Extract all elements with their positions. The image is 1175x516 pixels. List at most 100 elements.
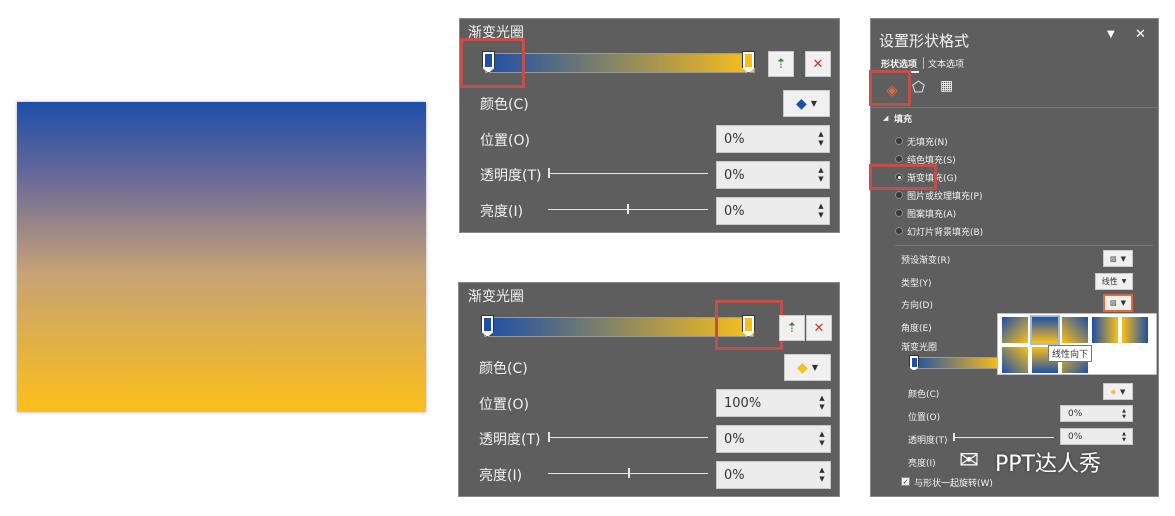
spinner-arrows[interactable]: ▲ ▼ — [1118, 429, 1130, 444]
gradient-stops-panel-top: 渐变光圈 ⇡ ✕ 颜色(C) ◆ ▼ 位置(O) 0% ▲ ▼ 透明度(T) 0%… — [459, 18, 840, 233]
pane-divider — [871, 107, 1158, 108]
brightness-value: 0% — [724, 467, 745, 483]
gradient-bar[interactable] — [485, 53, 755, 73]
color-picker-button[interactable]: ◆ ▼ — [783, 90, 830, 117]
gradient-bar[interactable] — [484, 317, 754, 337]
spinner-arrows[interactable]: ▲ ▼ — [815, 126, 827, 152]
pane-options-icon[interactable]: ▼ — [1107, 29, 1115, 40]
position-label: 位置(O) — [908, 413, 941, 423]
radio-no-fill[interactable] — [895, 137, 903, 145]
add-stop-button[interactable]: ⇡ — [768, 51, 794, 77]
direction-tile-linear-down[interactable] — [1030, 315, 1060, 345]
rotate-checkbox[interactable]: ✓ — [901, 477, 910, 486]
transparency-slider-thumb[interactable] — [953, 433, 955, 441]
position-spinner[interactable]: 0% ▲ ▼ — [1060, 405, 1133, 422]
position-value: 0% — [724, 131, 745, 147]
section-fill-title[interactable]: 填充 — [894, 112, 912, 125]
radio-solid-fill[interactable] — [895, 155, 903, 163]
brightness-slider-thumb[interactable] — [628, 468, 630, 478]
fill-option-label[interactable]: 图案填充(A) — [907, 207, 956, 220]
fill-option-label[interactable]: 无填充(N) — [907, 135, 948, 148]
transparency-spinner[interactable]: 0% ▲ ▼ — [1060, 428, 1133, 445]
tooltip-text: 线性向下 — [1052, 350, 1089, 360]
brightness-spinner[interactable]: 0% ▲ ▼ — [716, 461, 831, 489]
position-label: 位置(O) — [479, 397, 529, 413]
brightness-label: 亮度(I) — [479, 468, 523, 484]
add-stop-icon: ⇡ — [775, 56, 787, 72]
tab-divider — [923, 57, 924, 69]
transparency-value: 0% — [724, 167, 745, 183]
direction-tile[interactable] — [1062, 317, 1088, 343]
chevron-down-icon: ▼ — [810, 99, 817, 108]
color-picker-button[interactable]: ◆ ▼ — [784, 354, 831, 381]
transparency-label: 透明度(T) — [908, 436, 948, 446]
fill-option-label[interactable]: 图片或纹理填充(P) — [907, 189, 982, 202]
transparency-spinner[interactable]: 0% ▲ ▼ — [716, 161, 830, 189]
position-spinner[interactable]: 0% ▲ ▼ — [716, 125, 830, 153]
direction-tile[interactable] — [1002, 317, 1028, 343]
brightness-value: 0% — [724, 203, 745, 219]
direction-tile[interactable] — [1092, 317, 1118, 343]
transparency-slider[interactable] — [548, 437, 708, 438]
color-picker-button[interactable]: ◆ ▼ — [1103, 383, 1133, 400]
gradient-bar-mini[interactable] — [911, 357, 1001, 369]
angle-label: 角度(E) — [901, 324, 932, 334]
tab-shape-options[interactable]: 形状选项 — [881, 57, 917, 70]
brightness-slider-thumb[interactable] — [627, 204, 629, 214]
position-value: 100% — [724, 395, 762, 411]
transparency-slider-thumb[interactable] — [548, 432, 550, 442]
type-label: 类型(Y) — [901, 279, 932, 289]
color-label: 颜色(C) — [479, 361, 528, 377]
transparency-value: 0% — [1068, 431, 1083, 442]
position-value: 0% — [1068, 408, 1083, 419]
spinner-arrows[interactable]: ▲ ▼ — [816, 390, 828, 416]
stops-label: 渐变光圈 — [901, 343, 938, 353]
remove-stop-icon: ✕ — [813, 320, 825, 336]
direction-label: 方向(D) — [901, 301, 933, 311]
remove-stop-button[interactable]: ✕ — [805, 51, 831, 77]
spinner-arrows[interactable]: ▲ ▼ — [816, 426, 828, 452]
radio-pattern-fill[interactable] — [895, 209, 903, 217]
remove-stop-button[interactable]: ✕ — [806, 315, 832, 341]
spinner-arrows[interactable]: ▲ ▼ — [815, 162, 827, 188]
add-stop-button[interactable]: ⇡ — [779, 315, 805, 341]
chevron-down-icon: ▼ — [1120, 299, 1126, 307]
chevron-down-icon: ▼ — [1120, 387, 1126, 396]
transparency-spinner[interactable]: 0% ▲ ▼ — [716, 425, 831, 453]
direction-tile[interactable] — [1122, 317, 1148, 343]
spinner-arrows[interactable]: ▲ ▼ — [815, 198, 827, 224]
gradient-stops-panel-bottom: 渐变光圈 ⇡ ✕ 颜色(C) ◆ ▼ 位置(O) 100% ▲ ▼ 透明度(T) … — [458, 282, 840, 497]
section-expand-icon[interactable]: ◢ — [883, 114, 888, 122]
size-properties-icon[interactable]: ▦ — [940, 78, 953, 94]
fill-option-label[interactable]: 幻灯片背景填充(B) — [907, 225, 983, 238]
radio-slide-bg-fill[interactable] — [895, 227, 903, 235]
section-divider — [895, 245, 1153, 246]
color-label: 颜色(C) — [480, 97, 529, 113]
tab-text-options[interactable]: 文本选项 — [928, 57, 964, 70]
direction-dropdown[interactable]: ▨ ▼ — [1103, 294, 1133, 312]
chevron-down-icon: ▼ — [811, 363, 818, 372]
radio-picture-fill[interactable] — [895, 191, 903, 199]
gradient-swatch-icon: ▨ — [1109, 299, 1117, 307]
pane-title: 设置形状格式 — [879, 32, 970, 50]
type-dropdown[interactable]: 线性 ▼ — [1095, 273, 1133, 290]
position-label: 位置(O) — [480, 133, 530, 149]
transparency-slider[interactable] — [953, 437, 1054, 438]
fill-tab-highlight — [869, 70, 911, 106]
direction-tile[interactable] — [1002, 347, 1028, 373]
transparency-slider[interactable] — [548, 173, 708, 174]
close-icon[interactable]: ✕ — [1135, 27, 1146, 42]
preset-gradient-dropdown[interactable]: ▨ ▼ — [1103, 250, 1133, 267]
effects-icon[interactable]: ⬠ — [912, 78, 925, 96]
paint-bucket-icon: ◆ — [796, 95, 807, 112]
spinner-arrows[interactable]: ▲ ▼ — [1118, 406, 1130, 421]
transparency-label: 透明度(T) — [479, 432, 541, 448]
transparency-label: 透明度(T) — [480, 168, 542, 184]
chevron-down-icon: ▼ — [1120, 254, 1126, 263]
format-shape-pane: 设置形状格式 ▼ ✕ 形状选项 文本选项 ◈ ⬠ ▦ ◢ 填充 无填充(N) 纯… — [869, 18, 1159, 497]
watermark-text: PPT达人秀 — [995, 452, 1101, 477]
position-spinner[interactable]: 100% ▲ ▼ — [716, 389, 831, 417]
spinner-arrows[interactable]: ▲ ▼ — [816, 462, 828, 488]
brightness-spinner[interactable]: 0% ▲ ▼ — [716, 197, 830, 225]
transparency-slider-thumb[interactable] — [548, 168, 550, 178]
